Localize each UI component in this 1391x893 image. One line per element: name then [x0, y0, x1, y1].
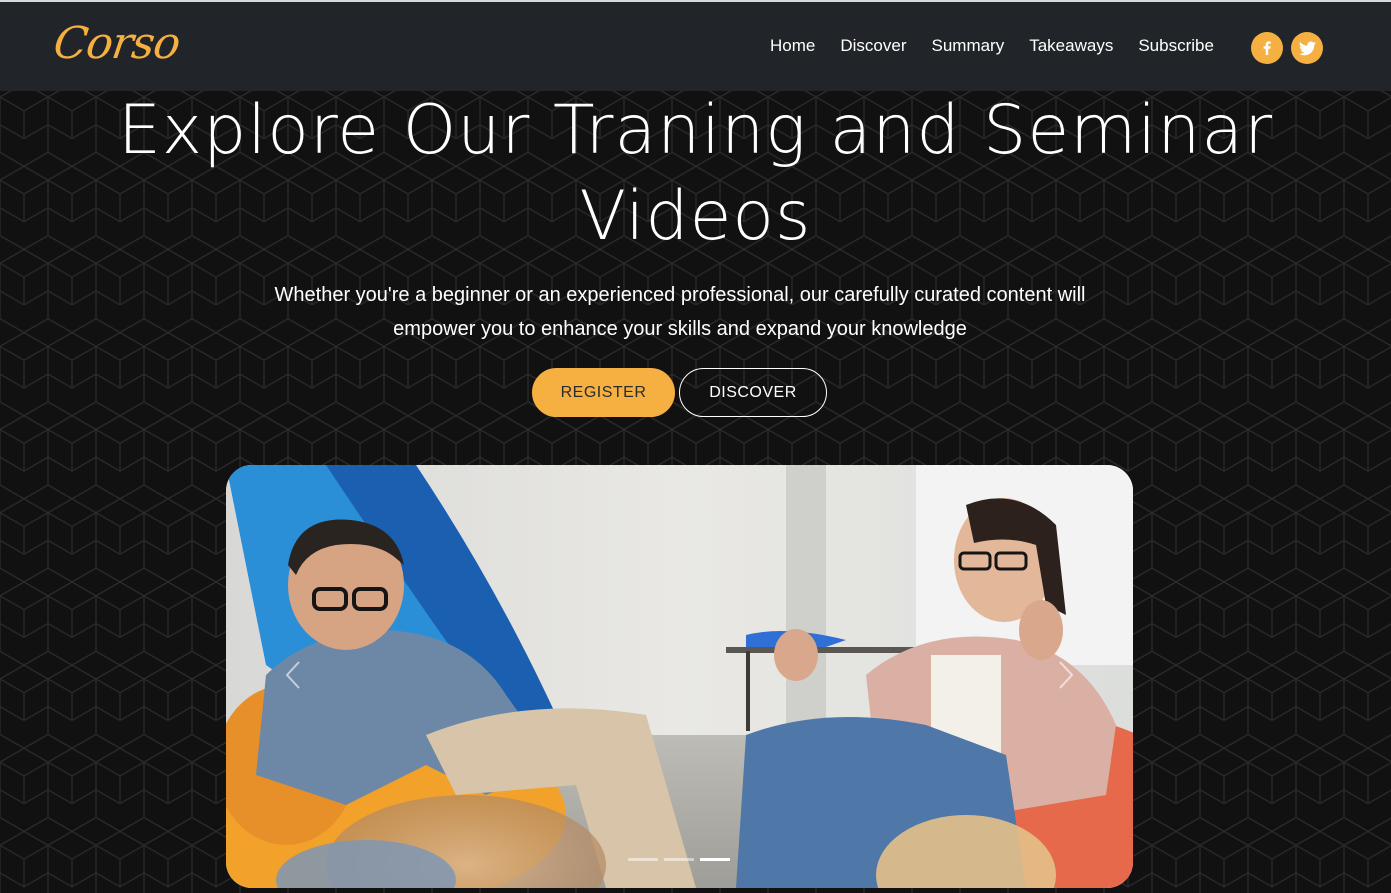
carousel-indicator-active[interactable]	[700, 858, 730, 861]
image-carousel[interactable]	[226, 465, 1133, 888]
hero-subtitle: Whether you're a beginner or an experien…	[200, 278, 1160, 346]
carousel-indicators	[628, 858, 730, 861]
facebook-button[interactable]	[1251, 32, 1283, 64]
hero-title-line2: Videos	[579, 177, 812, 256]
hero-title: Explore Our Traning and Seminar Videos	[0, 88, 1391, 260]
register-button[interactable]: REGISTER	[532, 368, 675, 417]
hero-title-line1: Explore Our Traning and Seminar	[117, 91, 1274, 170]
carousel-indicator[interactable]	[628, 858, 658, 861]
carousel-next-button[interactable]	[1051, 655, 1081, 695]
discover-button[interactable]: DISCOVER	[679, 368, 827, 417]
nav-item-discover[interactable]: Discover	[840, 36, 906, 56]
hero-subtitle-line2: empower you to enhance your skills and e…	[393, 318, 967, 340]
twitter-icon	[1298, 40, 1316, 55]
nav-item-home[interactable]: Home	[770, 36, 815, 56]
brand-logo[interactable]: Corso	[50, 18, 182, 69]
main-nav: Home Discover Summary Takeaways Subscrib…	[770, 36, 1239, 56]
hero-subtitle-line1: Whether you're a beginner or an experien…	[274, 284, 1086, 306]
nav-item-takeaways[interactable]: Takeaways	[1029, 36, 1113, 56]
nav-item-subscribe[interactable]: Subscribe	[1138, 36, 1214, 56]
carousel-slide-image	[226, 465, 1133, 888]
chevron-right-icon	[1059, 661, 1074, 689]
page: Corso Home Discover Summary Takeaways Su…	[0, 0, 1391, 893]
navbar: Corso Home Discover Summary Takeaways Su…	[0, 2, 1391, 91]
nav-item-summary[interactable]: Summary	[931, 36, 1004, 56]
chevron-left-icon	[285, 661, 300, 689]
carousel-prev-button[interactable]	[278, 655, 308, 695]
facebook-icon	[1263, 41, 1271, 55]
carousel-indicator[interactable]	[664, 858, 694, 861]
twitter-button[interactable]	[1291, 32, 1323, 64]
